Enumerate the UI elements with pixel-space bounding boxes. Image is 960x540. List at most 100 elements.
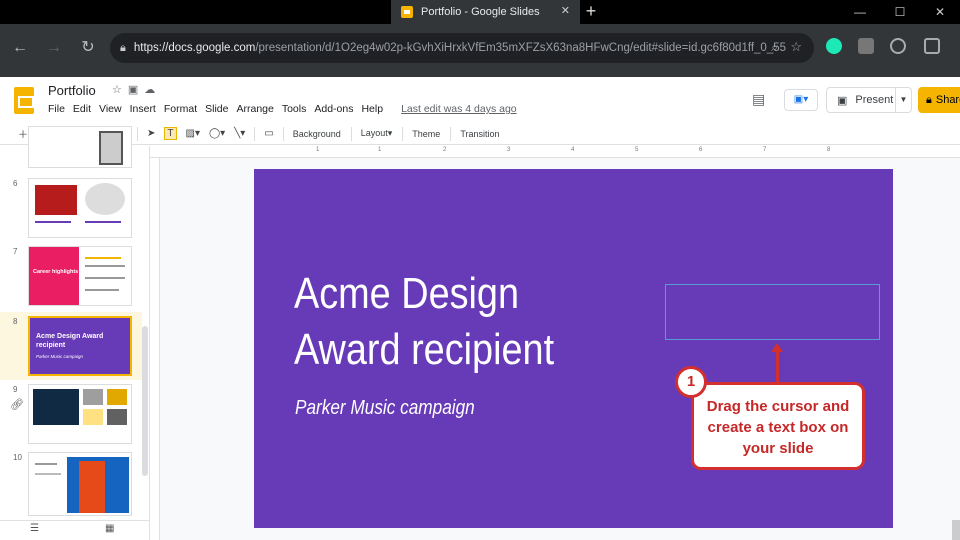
new-text-box[interactable]	[665, 284, 880, 340]
menu-file[interactable]: File	[48, 103, 65, 115]
bridge-image	[79, 461, 105, 513]
extension-icon[interactable]	[858, 38, 874, 54]
extensions-puzzle-icon[interactable]	[890, 38, 906, 54]
slide-subtitle[interactable]: Parker Music campaign	[295, 397, 475, 420]
ruler-tick: 4	[571, 147, 575, 153]
ruler-tick: 6	[699, 147, 703, 153]
slides-favicon-icon	[401, 6, 413, 18]
toolbar-divider	[402, 126, 404, 141]
slide-thumbnail-10[interactable]	[28, 452, 132, 516]
slide-thumbnail-6[interactable]	[28, 178, 132, 238]
instruction-callout: Drag the cursor and create a text box on…	[691, 382, 865, 470]
toolbar-divider	[350, 126, 352, 141]
slides-logo-icon[interactable]	[14, 87, 34, 114]
shape-icon[interactable]: ◯▾	[209, 128, 225, 139]
thumbnail-text	[85, 289, 119, 291]
slide-title[interactable]: Acme Design Award recipient	[294, 266, 621, 378]
step-number-badge: 1	[675, 366, 707, 398]
filmstrip-scrollbar[interactable]	[142, 326, 148, 476]
menu-arrange[interactable]: Arrange	[236, 103, 273, 115]
thumbnail-image	[107, 389, 127, 405]
forward-icon[interactable]: →	[42, 36, 66, 60]
present-icon: ▣	[837, 94, 848, 107]
slide-number: 7	[13, 247, 18, 256]
star-icon[interactable]: ☆	[112, 84, 128, 96]
meet-present-icon[interactable]: ▣▾	[784, 89, 818, 111]
collections-icon[interactable]	[924, 38, 940, 54]
menu-slide[interactable]: Slide	[205, 103, 228, 115]
menu-addons[interactable]: Add-ons	[314, 103, 353, 115]
background-button[interactable]: Background	[293, 129, 341, 139]
menu-insert[interactable]: Insert	[130, 103, 156, 115]
cloud-status-icon[interactable]: ☁	[144, 84, 161, 96]
new-tab-button[interactable]: +	[580, 1, 602, 22]
line-icon[interactable]: ╲▾	[234, 128, 245, 139]
add-comment-icon[interactable]: ▭	[264, 128, 273, 139]
toolbar-divider	[254, 126, 256, 141]
image-icon[interactable]: ▨▾	[186, 128, 200, 139]
layout-label: Layout	[360, 128, 388, 138]
slides-header: Portfolio ☆▣☁ File Edit View Insert Form…	[0, 77, 960, 123]
move-folder-icon[interactable]: ▣	[128, 84, 144, 96]
slide-thumbnail-7[interactable]: Career highlights	[28, 246, 132, 306]
present-button[interactable]: ▣ Present ▼	[826, 87, 912, 113]
editing-toolbar: ＋▾ ↶ ↷ ⎙ ¶ ⌕▾ ➤ T ▨▾ ◯▾ ╲▾ ▭ Background …	[0, 123, 960, 145]
document-title[interactable]: Portfolio	[48, 83, 96, 98]
thumbnail-text	[85, 221, 121, 223]
close-window-button[interactable]: ✕	[920, 0, 960, 24]
browser-tab[interactable]: Portfolio - Google Slides ✕	[391, 0, 580, 24]
address-bar[interactable]: 🔒︎ https://docs.google.com /presentation…	[110, 33, 814, 63]
phone-image	[99, 131, 123, 165]
grid-view-icon[interactable]: ▦	[105, 523, 114, 534]
slide-thumbnail-9[interactable]	[28, 384, 132, 444]
slide-number: 6	[13, 179, 18, 188]
thumbnail-text	[35, 473, 61, 475]
ruler-tick: 5	[635, 147, 639, 153]
thumbnail-text	[85, 277, 125, 279]
filmstrip-view-icon[interactable]: ☰	[30, 523, 39, 534]
extension-grammarly-icon[interactable]	[826, 38, 842, 54]
slide-thumbnail-8[interactable]: Acme Design Award recipient Parker Music…	[28, 316, 132, 376]
menu-format[interactable]: Format	[164, 103, 197, 115]
tab-title: Portfolio - Google Slides	[421, 6, 540, 18]
window-controls: — ☐ ✕	[840, 0, 960, 24]
select-cursor-icon[interactable]: ➤	[147, 128, 155, 139]
comment-history-icon[interactable]: ▤	[752, 91, 765, 108]
last-edit-link[interactable]: Last edit was 4 days ago	[401, 103, 517, 115]
thumbnail-title: Career highlights	[29, 247, 79, 305]
share-label: Share	[935, 94, 960, 106]
canvas-scrollbar[interactable]	[952, 520, 960, 540]
toolbar-divider	[450, 126, 452, 141]
present-dropdown-icon[interactable]: ▼	[895, 88, 911, 112]
reload-icon[interactable]: ↻	[76, 36, 100, 60]
thumbnail-subtitle: Parker Music campaign	[36, 354, 84, 359]
slide-canvas[interactable]: Acme Design Award recipient Parker Music…	[254, 169, 893, 528]
transition-button[interactable]: Transition	[460, 129, 499, 139]
theme-button[interactable]: Theme	[412, 129, 440, 139]
url-host: https://docs.google.com	[133, 42, 256, 54]
browser-tab-bar: Portfolio - Google Slides ✕ + — ☐ ✕	[0, 0, 960, 24]
share-lock-icon: 🔒︎	[926, 93, 932, 106]
minimize-button[interactable]: —	[840, 0, 880, 24]
toolbar-divider	[137, 126, 138, 141]
bookmark-star-icon[interactable]: ☆	[790, 39, 802, 55]
back-icon[interactable]: ←	[8, 36, 32, 60]
share-button[interactable]: 🔒︎ Share	[918, 87, 960, 113]
thumbnail-image	[33, 389, 79, 425]
ruler-tick: 1	[378, 147, 382, 153]
zoom-icon[interactable]: ⌕	[771, 40, 778, 55]
maximize-button[interactable]: ☐	[880, 0, 920, 24]
url-path: /presentation/d/1O2eg4w02p-kGvhXiHrxkVfE…	[255, 42, 787, 54]
thumbnail-text	[35, 463, 57, 465]
menu-edit[interactable]: Edit	[73, 103, 91, 115]
menu-view[interactable]: View	[99, 103, 122, 115]
layout-button[interactable]: Layout▾	[361, 128, 393, 139]
text-box-icon[interactable]: T	[164, 127, 177, 140]
lock-icon: 🔒︎	[120, 41, 126, 54]
menu-help[interactable]: Help	[361, 103, 383, 115]
slide-thumbnail-5[interactable]	[28, 126, 132, 168]
menu-tools[interactable]: Tools	[282, 103, 307, 115]
callout-arrow	[776, 350, 779, 383]
thumbnail-text	[85, 265, 125, 267]
tab-close-icon[interactable]: ✕	[561, 4, 570, 17]
